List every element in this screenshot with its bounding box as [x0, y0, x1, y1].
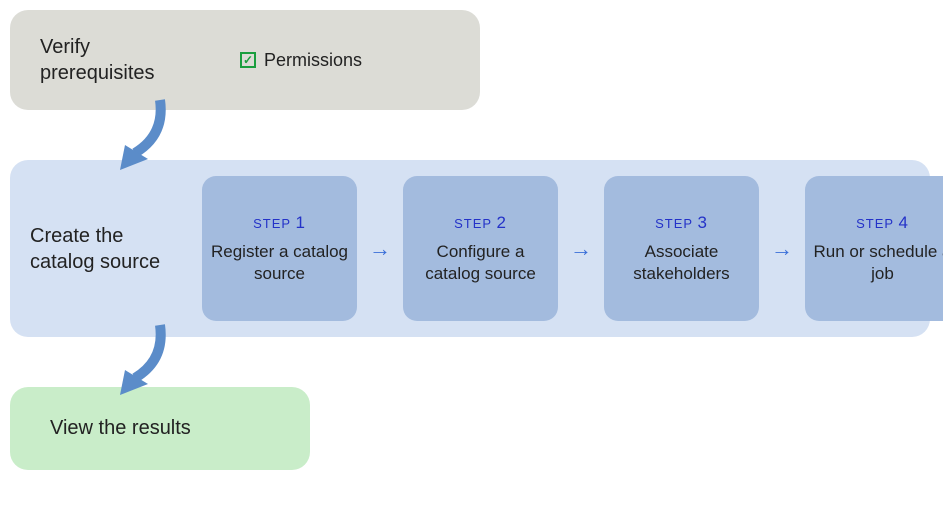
step-number: STEP 1 [253, 213, 306, 233]
step-desc: Associate stakeholders [612, 241, 751, 284]
stage-prerequisites-title: Verify prerequisites [40, 34, 180, 86]
step-number: STEP 3 [655, 213, 708, 233]
step-desc: Configure a catalog source [411, 241, 550, 284]
step-desc: Run or schedule a job [813, 241, 943, 284]
stage-create-title: Create the catalog source [30, 223, 190, 275]
arrow-right-icon: → [369, 236, 391, 262]
step-number: STEP 2 [454, 213, 507, 233]
step-number: STEP 4 [856, 213, 909, 233]
step-card-3: STEP 3 Associate stakeholders [604, 176, 759, 321]
stage-create-catalog: Create the catalog source STEP 1 Registe… [10, 160, 930, 337]
step-desc: Register a catalog source [210, 241, 349, 284]
arrow-right-icon: → [771, 236, 793, 262]
permissions-label: Permissions [264, 50, 362, 71]
arrow-right-icon: → [570, 236, 592, 262]
step-card-1: STEP 1 Register a catalog source [202, 176, 357, 321]
stage-view-results: View the results [10, 387, 310, 470]
step-card-4: STEP 4 Run or schedule a job [805, 176, 943, 321]
step-card-2: STEP 2 Configure a catalog source [403, 176, 558, 321]
checkbox-icon: ✓ [240, 52, 256, 68]
stage-prerequisites: Verify prerequisites ✓ Permissions [10, 10, 480, 110]
permissions-item: ✓ Permissions [240, 50, 362, 71]
stage-results-title: View the results [50, 417, 270, 440]
